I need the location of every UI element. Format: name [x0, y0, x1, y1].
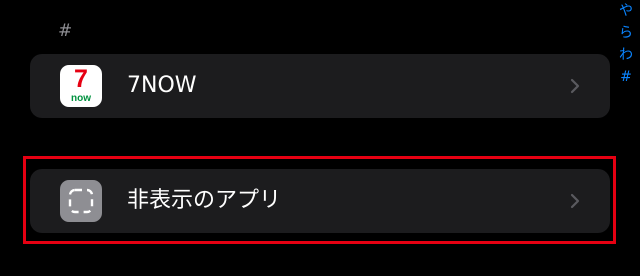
chevron-right-icon	[570, 78, 580, 94]
index-letter-ra[interactable]: ら	[619, 22, 633, 44]
index-letter-wa[interactable]: わ	[619, 44, 633, 66]
section-header: #	[58, 21, 73, 41]
7now-app-icon: 7 now	[60, 65, 102, 107]
7now-icon-seven: 7	[74, 65, 88, 93]
app-row-7now[interactable]: 7 now 7NOW	[30, 54, 610, 118]
section-index-bar[interactable]: や ら わ #	[616, 0, 636, 88]
app-row-label: 7NOW	[127, 73, 197, 98]
index-letter-hash[interactable]: #	[620, 66, 632, 88]
highlight-annotation-box	[23, 156, 616, 244]
7now-icon-now: now	[71, 93, 91, 104]
index-letter-ya[interactable]: や	[619, 0, 633, 22]
